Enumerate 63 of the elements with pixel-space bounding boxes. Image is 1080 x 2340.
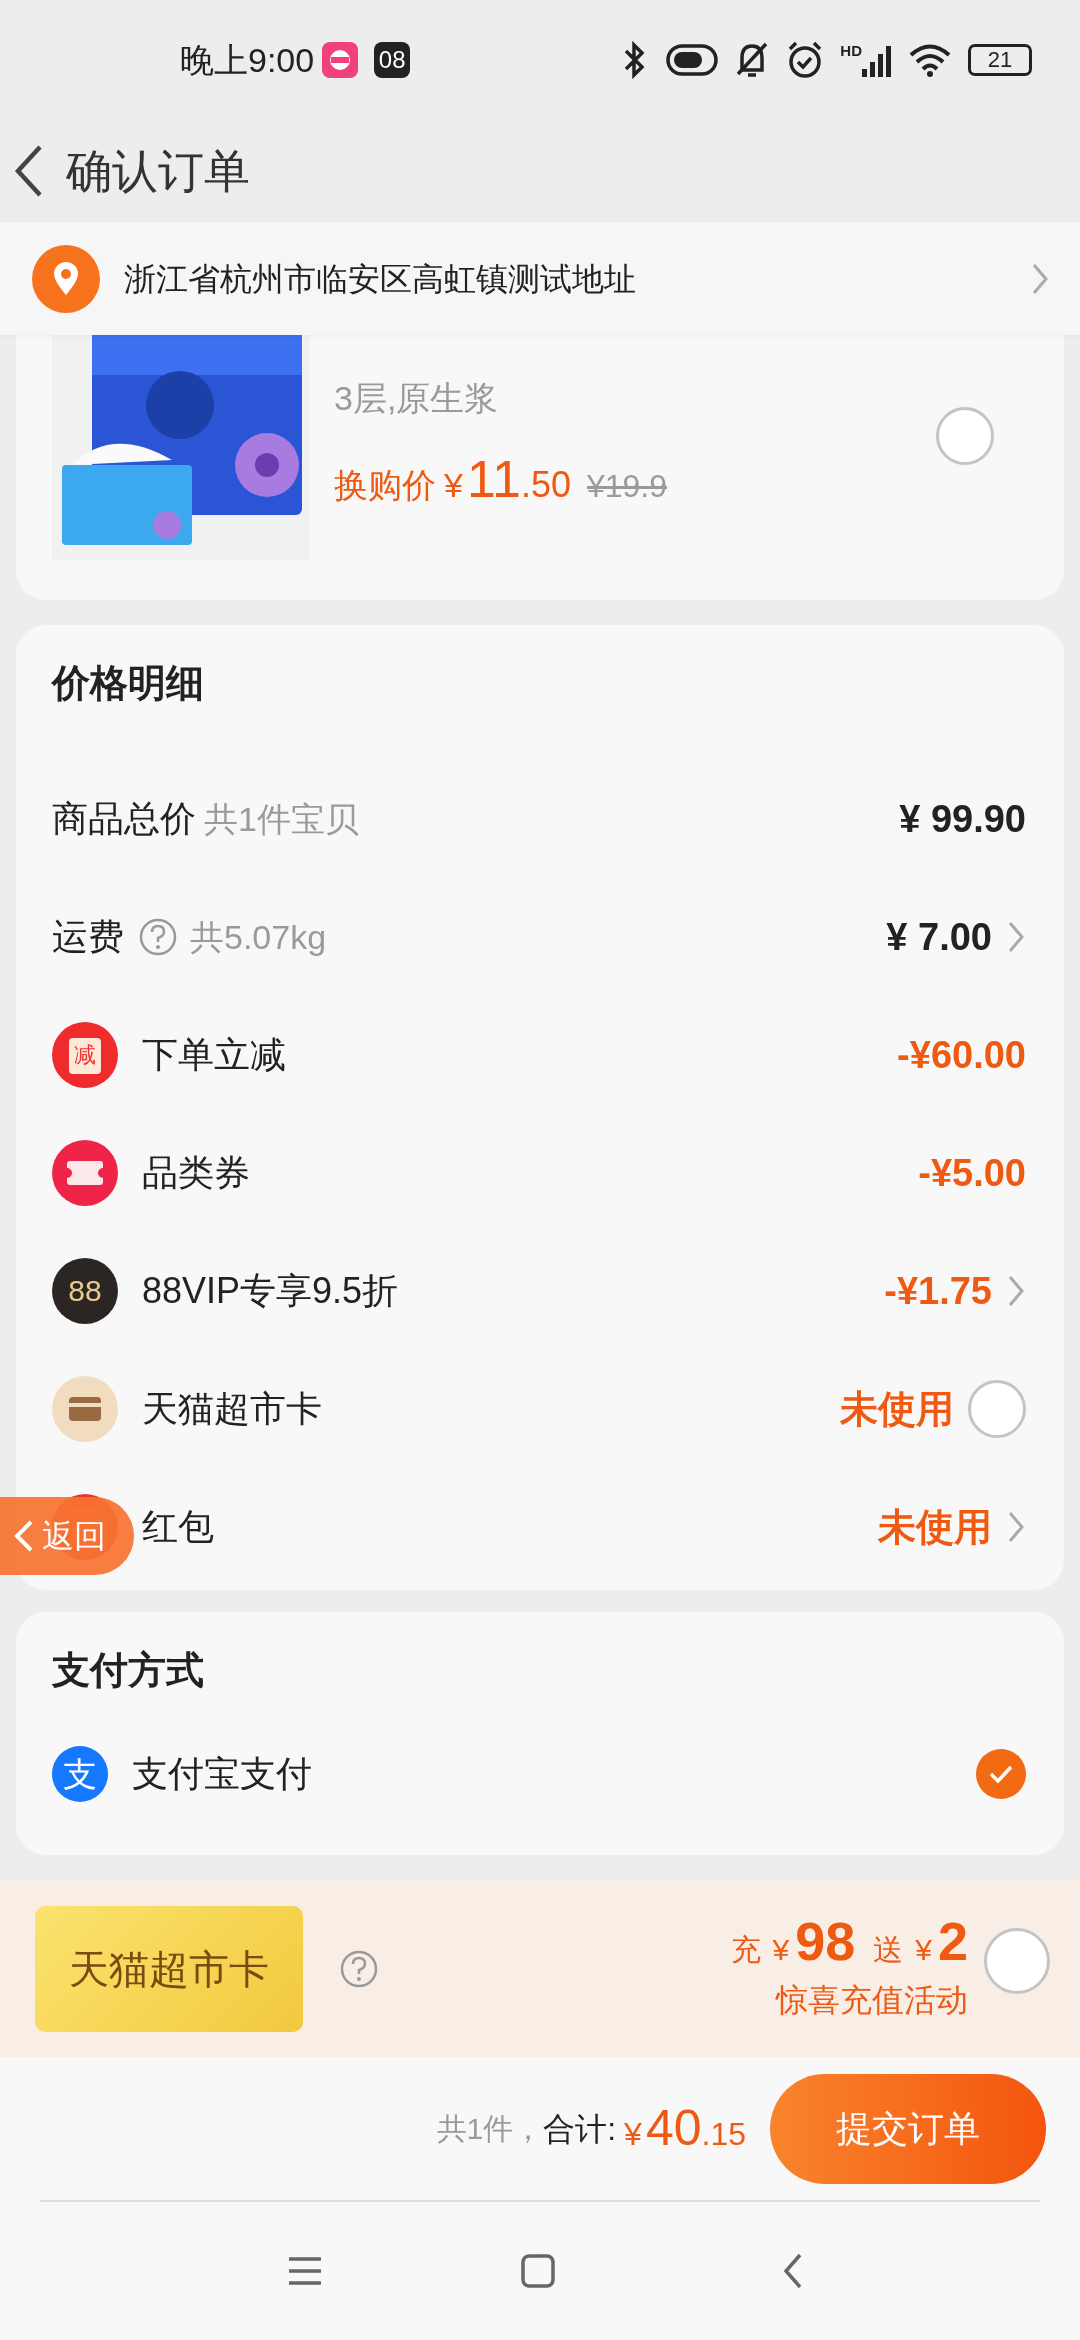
chevron-right-icon[interactable] xyxy=(1006,1509,1026,1545)
discount-icon: 减 xyxy=(52,1022,118,1088)
price-row-label: 红包 xyxy=(142,1505,214,1549)
price-row-amount: 未使用 xyxy=(840,1386,954,1432)
recharge-amount: 98 xyxy=(795,1913,856,1968)
total-label: 合计: xyxy=(543,2109,617,2149)
check-icon xyxy=(988,1764,1014,1784)
signal-icon xyxy=(862,43,892,77)
section-title: 价格明细 xyxy=(52,661,205,706)
currency-sign: ¥ xyxy=(772,1931,790,1968)
bonus-label: 送 xyxy=(873,1931,904,1968)
item-count: 共1件， xyxy=(436,2111,544,2147)
original-price: ¥19.9 xyxy=(586,467,668,506)
signal-label: HD xyxy=(840,43,862,58)
total-amount: ¥40.15 xyxy=(624,2099,746,2158)
recharge-label: 充 xyxy=(730,1931,761,1968)
vip-icon: 88 xyxy=(52,1258,118,1324)
swap-price-label: 换购价 xyxy=(334,465,436,506)
help-icon xyxy=(339,1948,379,1989)
floating-back-button[interactable]: 返回 xyxy=(0,1497,134,1575)
select-radio[interactable] xyxy=(968,1380,1026,1438)
battery-indicator: 21 xyxy=(968,44,1032,76)
price-row-amount: -¥5.00 xyxy=(918,1150,1026,1196)
submit-order-button[interactable]: 提交订单 xyxy=(770,2073,1046,2184)
chevron-right-icon[interactable] xyxy=(1006,1273,1026,1309)
card-icon xyxy=(52,1376,118,1442)
price-row-amount: ¥ 99.90 xyxy=(899,796,1026,842)
price-row-note: 共1件宝贝 xyxy=(204,798,359,840)
help-icon xyxy=(138,917,178,957)
music-app-icon xyxy=(322,42,359,78)
location-pin-icon xyxy=(32,244,100,313)
wifi-icon xyxy=(908,42,952,78)
page-title: 确认订单 xyxy=(66,143,250,199)
price-row-label: 天猫超市卡 xyxy=(142,1387,322,1431)
price-row-amount: 未使用 xyxy=(878,1504,992,1550)
alipay-logo: 支 xyxy=(52,1746,108,1802)
price-row-label: 运费 xyxy=(52,915,124,959)
status-time: 晚上9:00 xyxy=(180,39,315,81)
selected-check[interactable] xyxy=(976,1749,1026,1799)
promo-subtitle: 惊喜充值活动 xyxy=(776,1980,968,2020)
chevron-right-icon[interactable] xyxy=(1006,919,1026,955)
product-spec: 3层,原生浆 xyxy=(334,378,500,419)
promo-badge: 天猫超市卡 xyxy=(35,1905,303,2032)
bonus-amount: 2 xyxy=(937,1913,968,1968)
price-row-note: 共5.07kg xyxy=(190,916,327,958)
price-row-amount: -¥1.75 xyxy=(884,1268,992,1314)
payment-method-label: 支付宝支付 xyxy=(132,1752,312,1796)
price-row-label: 88VIP专享9.5折 xyxy=(142,1269,399,1313)
currency-sign: ¥ xyxy=(915,1931,932,1968)
notification-badge: 08 xyxy=(374,42,411,78)
address-text: 浙江省杭州市临安区高虹镇测试地址 xyxy=(124,259,636,299)
toggle-icon xyxy=(666,43,719,77)
home-icon[interactable] xyxy=(520,2253,556,2289)
price-row-label: 品类券 xyxy=(142,1151,250,1195)
price-row-label: 商品总价 xyxy=(52,797,196,841)
price-row-amount: -¥60.00 xyxy=(897,1032,1026,1078)
price-row-amount: ¥ 7.00 xyxy=(886,914,992,960)
coupon-icon xyxy=(52,1140,118,1206)
swap-price: ¥11.50 xyxy=(444,449,571,510)
section-title: 支付方式 xyxy=(52,1648,205,1693)
select-radio[interactable] xyxy=(936,407,994,465)
price-row-label: 下单立减 xyxy=(142,1033,286,1077)
address-bar[interactable]: 浙江省杭州市临安区高虹镇测试地址 xyxy=(0,222,1080,335)
